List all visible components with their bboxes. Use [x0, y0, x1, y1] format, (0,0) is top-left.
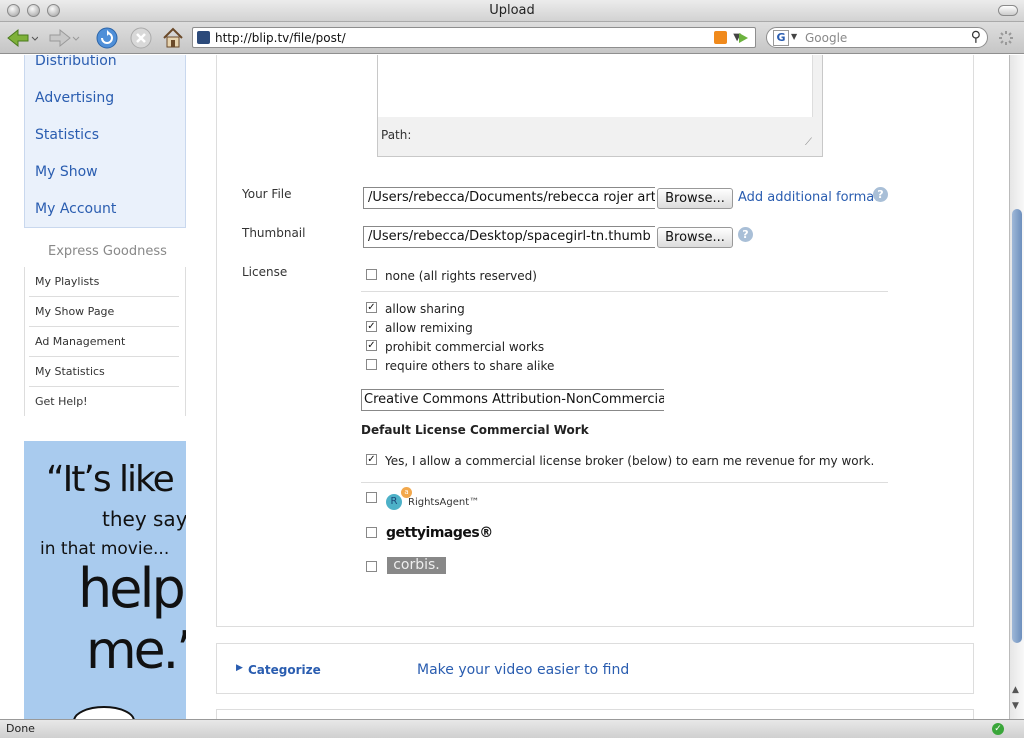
- scrollbar-thumb[interactable]: [1012, 209, 1022, 643]
- your-file-browse-button[interactable]: Browse...: [657, 188, 733, 209]
- forward-button[interactable]: [46, 26, 80, 50]
- stop-button[interactable]: [128, 26, 154, 50]
- status-text: Done: [6, 722, 35, 735]
- divider: [361, 291, 888, 292]
- add-additional-format-link[interactable]: Add additional format: [738, 190, 879, 205]
- scroll-up-arrow-icon[interactable]: ▲: [1012, 685, 1019, 695]
- express-goodness-heading: Express Goodness: [48, 244, 167, 259]
- home-icon: [163, 27, 183, 48]
- reload-icon: [96, 27, 118, 49]
- share-alike-label: require others to share alike: [385, 359, 555, 373]
- reload-button[interactable]: [94, 26, 120, 50]
- stop-icon: [130, 27, 152, 49]
- sidebar-ad-banner[interactable]: “It’s like they say in that movie... hel…: [24, 441, 186, 719]
- ad-line-2: they say: [102, 507, 186, 531]
- sidebar-item-advertising[interactable]: Advertising: [35, 90, 114, 106]
- share-alike-checkbox[interactable]: [366, 359, 377, 370]
- allow-remixing-label: allow remixing: [385, 321, 473, 335]
- thumbnail-label: Thumbnail: [242, 226, 306, 240]
- google-g-icon[interactable]: G: [773, 30, 789, 46]
- page-viewport: Distribution Advertising Statistics My S…: [0, 55, 1009, 719]
- license-result-field: Creative Commons Attribution-NonCommerci…: [361, 389, 664, 411]
- search-engine-dropdown-icon[interactable]: ▼: [791, 32, 797, 41]
- allow-sharing-label: allow sharing: [385, 302, 465, 316]
- sidebar-item-distribution[interactable]: Distribution: [35, 55, 117, 69]
- url-text: http://blip.tv/file/post/: [215, 31, 346, 45]
- status-ok-icon: ✓: [992, 723, 1004, 735]
- editor-path-label: Path:: [381, 128, 412, 142]
- back-button[interactable]: [4, 26, 38, 50]
- license-label: License: [242, 265, 288, 279]
- allow-remixing-checkbox[interactable]: ✓: [366, 321, 377, 332]
- window-title: Upload: [489, 3, 535, 18]
- search-icon[interactable]: ⚲: [971, 29, 981, 45]
- site-favicon-icon: [197, 31, 210, 44]
- license-none-label: none (all rights reserved): [385, 269, 537, 283]
- sidebar-item-get-help[interactable]: Get Help!: [29, 387, 179, 416]
- your-file-input[interactable]: /Users/rebecca/Documents/rebecca rojer a…: [363, 187, 655, 209]
- ad-line-1: “It’s like: [46, 459, 175, 500]
- sidebar-item-my-show-page[interactable]: My Show Page: [29, 297, 179, 327]
- forward-arrow-icon: [49, 28, 80, 48]
- thumbnail-browse-button[interactable]: Browse...: [657, 227, 733, 248]
- license-none-checkbox[interactable]: [366, 269, 377, 280]
- sidebar-item-my-playlists[interactable]: My Playlists: [29, 267, 179, 297]
- express-goodness-list: My Playlists My Show Page Ad Management …: [24, 267, 186, 416]
- corbis-checkbox[interactable]: [366, 561, 377, 572]
- browser-toolbar: http://blip.tv/file/post/ ▼ G ▼ Google ⚲: [0, 22, 1024, 54]
- your-file-help-icon[interactable]: ?: [873, 187, 888, 202]
- thumbnail-input[interactable]: /Users/rebecca/Desktop/spacegirl-tn.thum…: [363, 226, 655, 248]
- status-bar: Done ✓: [0, 719, 1024, 738]
- corbis-logo: corbis.: [387, 557, 446, 574]
- go-arrow-icon: [739, 33, 748, 43]
- rightsagent-checkbox[interactable]: [366, 492, 377, 503]
- categorize-description: Make your video easier to find: [417, 662, 630, 678]
- ad-line-4: help: [78, 557, 186, 620]
- your-file-label: Your File: [242, 187, 292, 201]
- page-scrollbar[interactable]: ▲ ▼: [1009, 55, 1024, 719]
- resize-grip-icon[interactable]: ⟋: [805, 137, 812, 148]
- sidebar-item-my-statistics[interactable]: My Statistics: [29, 357, 179, 387]
- categorize-toggle[interactable]: Categorize: [248, 663, 321, 677]
- sidebar-item-ad-management[interactable]: Ad Management: [29, 327, 179, 357]
- ad-illustration-icon: [73, 706, 135, 719]
- allow-sharing-checkbox[interactable]: ✓: [366, 302, 377, 313]
- back-arrow-icon: [7, 28, 38, 48]
- gettyimages-checkbox[interactable]: [366, 527, 377, 538]
- broker-consent-checkbox[interactable]: ✓: [366, 454, 377, 465]
- divider: [361, 482, 888, 483]
- scroll-down-arrow-icon[interactable]: ▼: [1012, 701, 1019, 711]
- gettyimages-logo: gettyimages®: [386, 525, 493, 541]
- rightsagent-name: RightsAgent™: [408, 497, 480, 508]
- window-titlebar: Upload: [0, 0, 1024, 22]
- broker-consent-label: Yes, I allow a commercial license broker…: [385, 454, 875, 468]
- expand-triangle-icon[interactable]: ▶: [236, 663, 243, 673]
- description-textarea[interactable]: Path: ⟋: [377, 55, 823, 157]
- ad-line-5: me.”: [86, 621, 186, 681]
- search-field[interactable]: G ▼ Google ⚲: [766, 27, 988, 48]
- sidebar-item-my-account[interactable]: My Account: [35, 201, 116, 217]
- prohibit-commercial-label: prohibit commercial works: [385, 340, 545, 354]
- url-field[interactable]: http://blip.tv/file/post/ ▼: [192, 27, 756, 48]
- rightsagent-r-icon: R: [386, 494, 402, 510]
- toolbar-toggle-button[interactable]: [998, 5, 1018, 16]
- go-button[interactable]: [734, 26, 752, 50]
- next-section-box: [216, 709, 974, 719]
- activity-spinner-icon: [996, 26, 1016, 50]
- ad-line-3: in that movie...: [40, 539, 170, 559]
- search-placeholder: Google: [805, 31, 848, 45]
- rss-feed-icon[interactable]: [714, 31, 727, 44]
- sidebar-item-my-show[interactable]: My Show: [35, 164, 98, 180]
- default-commercial-heading: Default License Commercial Work: [361, 423, 589, 437]
- sidebar-item-statistics[interactable]: Statistics: [35, 127, 99, 143]
- home-button[interactable]: [160, 26, 186, 50]
- thumbnail-help-icon[interactable]: ?: [738, 227, 753, 242]
- prohibit-commercial-checkbox[interactable]: ✓: [366, 340, 377, 351]
- description-editor[interactable]: [378, 55, 813, 117]
